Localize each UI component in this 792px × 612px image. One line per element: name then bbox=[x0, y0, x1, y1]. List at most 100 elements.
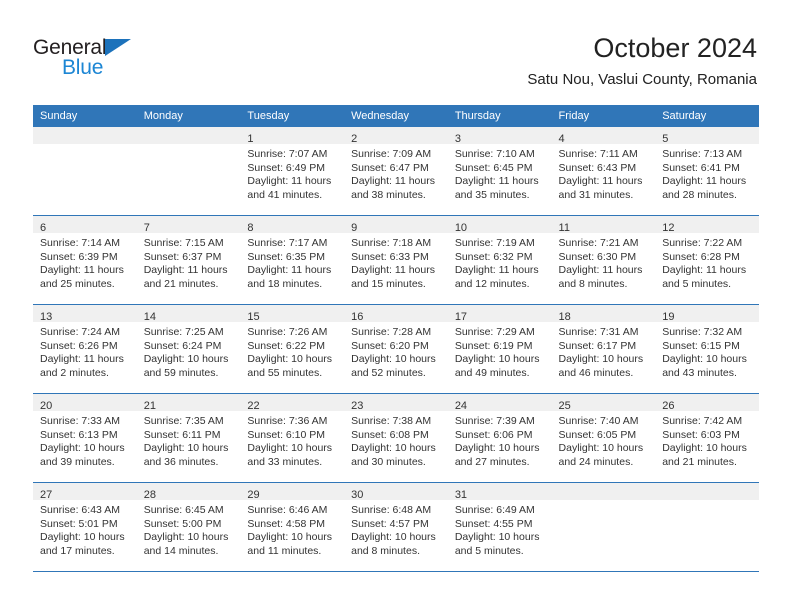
daylight-text-line1: Daylight: 10 hours bbox=[454, 531, 540, 543]
day-cell[interactable]: 30 Sunrise: 6:48 AM Sunset: 4:57 PM Dayligh… bbox=[344, 482, 448, 572]
day-cell-empty bbox=[655, 482, 759, 572]
sunset-text: Sunset: 6:32 PM bbox=[454, 250, 533, 263]
day-number-band: 11 bbox=[551, 216, 656, 234]
day-cell[interactable]: 15 Sunrise: 7:26 AM Sunset: 6:22 PM Dayligh… bbox=[240, 304, 345, 394]
day-details: Sunrise: 7:18 AM Sunset: 6:33 PM Daylight:… bbox=[344, 233, 448, 291]
day-cell[interactable]: 29 Sunrise: 6:46 AM Sunset: 4:58 PM Dayligh… bbox=[240, 482, 345, 572]
day-number-band: 6 bbox=[33, 216, 137, 234]
sunrise-text: Sunrise: 7:19 AM bbox=[454, 237, 535, 249]
sunrise-text: Sunrise: 7:32 AM bbox=[662, 326, 743, 338]
day-cell[interactable]: 7 Sunrise: 7:15 AM Sunset: 6:37 PM Daylight… bbox=[136, 215, 241, 305]
day-details bbox=[33, 144, 137, 148]
day-cell[interactable]: 4 Sunrise: 7:11 AM Sunset: 6:43 PM Daylight… bbox=[551, 127, 656, 216]
day-details: Sunrise: 7:21 AM Sunset: 6:30 PM Daylight:… bbox=[552, 233, 656, 291]
day-cell[interactable]: 2 Sunrise: 7:09 AM Sunset: 6:47 PM Daylight… bbox=[344, 127, 448, 216]
weekday-header-sunday: Sunday bbox=[33, 105, 137, 127]
day-cell[interactable]: 26 Sunrise: 7:42 AM Sunset: 6:03 PM Dayligh… bbox=[655, 393, 759, 483]
daylight-text-line1: Daylight: 11 hours bbox=[40, 264, 124, 276]
daylight-text-line1: Daylight: 10 hours bbox=[662, 442, 747, 454]
sunrise-text: Sunrise: 7:14 AM bbox=[40, 237, 120, 249]
day-cell[interactable]: 9 Sunrise: 7:18 AM Sunset: 6:33 PM Daylight… bbox=[344, 215, 448, 305]
day-details: Sunrise: 6:46 AM Sunset: 4:58 PM Daylight:… bbox=[240, 500, 344, 558]
logo-triangle-icon bbox=[105, 39, 131, 56]
sunset-text: Sunset: 6:20 PM bbox=[351, 339, 429, 352]
daylight-text-line1: Daylight: 10 hours bbox=[558, 353, 644, 365]
day-cell[interactable]: 24 Sunrise: 7:39 AM Sunset: 6:06 PM Dayligh… bbox=[447, 393, 552, 483]
sunset-text: Sunset: 4:58 PM bbox=[247, 517, 326, 530]
day-details bbox=[655, 500, 759, 504]
daylight-text-line1: Daylight: 10 hours bbox=[351, 531, 436, 543]
page-subtitle: Satu Nou, Vaslui County, Romania bbox=[527, 71, 757, 88]
day-cell[interactable]: 27 Sunrise: 6:43 AM Sunset: 5:01 PM Dayligh… bbox=[33, 482, 137, 572]
day-cell[interactable]: 6 Sunrise: 7:14 AM Sunset: 6:39 PM Daylight… bbox=[33, 215, 137, 305]
daylight-text-line2: and 39 minutes. bbox=[40, 455, 115, 468]
sunset-text: Sunset: 4:55 PM bbox=[454, 517, 533, 530]
daylight-text-line2: and 38 minutes. bbox=[351, 188, 426, 201]
day-cell[interactable]: 25 Sunrise: 7:40 AM Sunset: 6:05 PM Dayligh… bbox=[551, 393, 656, 483]
day-details: Sunrise: 6:48 AM Sunset: 4:57 PM Daylight:… bbox=[344, 500, 448, 558]
day-cell[interactable]: 14 Sunrise: 7:25 AM Sunset: 6:24 PM Dayligh… bbox=[136, 304, 241, 394]
sunrise-text: Sunrise: 7:28 AM bbox=[351, 326, 432, 338]
day-number: 14 bbox=[143, 311, 156, 323]
day-cell[interactable]: 11 Sunrise: 7:21 AM Sunset: 6:30 PM Dayligh… bbox=[551, 215, 656, 305]
sunset-text: Sunset: 6:03 PM bbox=[662, 428, 740, 441]
daylight-text-line2: and 25 minutes. bbox=[40, 277, 115, 290]
day-details: Sunrise: 7:29 AM Sunset: 6:19 PM Daylight:… bbox=[448, 322, 552, 380]
sunset-text: Sunset: 6:30 PM bbox=[558, 250, 637, 263]
daylight-text-line2: and 33 minutes. bbox=[247, 455, 323, 468]
day-cell[interactable]: 21 Sunrise: 7:35 AM Sunset: 6:11 PM Dayligh… bbox=[136, 393, 241, 483]
daylight-text-line1: Daylight: 11 hours bbox=[454, 175, 539, 187]
sunset-text: Sunset: 6:37 PM bbox=[143, 250, 222, 263]
day-number-band: 29 bbox=[240, 483, 345, 501]
day-number-band: 30 bbox=[344, 483, 448, 501]
sunset-text: Sunset: 6:10 PM bbox=[247, 428, 326, 441]
daylight-text-line1: Daylight: 11 hours bbox=[558, 175, 643, 187]
day-details: Sunrise: 7:13 AM Sunset: 6:41 PM Daylight:… bbox=[655, 144, 759, 202]
day-number-band bbox=[655, 483, 759, 500]
day-cell[interactable]: 22 Sunrise: 7:36 AM Sunset: 6:10 PM Dayligh… bbox=[240, 393, 345, 483]
daylight-text-line1: Daylight: 10 hours bbox=[40, 531, 125, 543]
sunrise-text: Sunrise: 7:36 AM bbox=[247, 415, 328, 427]
sunset-text: Sunset: 6:45 PM bbox=[454, 161, 533, 174]
day-cell[interactable]: 12 Sunrise: 7:22 AM Sunset: 6:28 PM Dayligh… bbox=[655, 215, 759, 305]
daylight-text-line1: Daylight: 11 hours bbox=[40, 353, 124, 365]
daylight-text-line2: and 17 minutes. bbox=[40, 544, 115, 557]
day-number-band: 28 bbox=[136, 483, 241, 501]
day-cell[interactable]: 31 Sunrise: 6:49 AM Sunset: 4:55 PM Dayligh… bbox=[447, 482, 552, 572]
sunset-text: Sunset: 5:00 PM bbox=[143, 517, 222, 530]
calendar-body: 1 Sunrise: 7:07 AM Sunset: 6:49 PM Daylight… bbox=[33, 127, 759, 572]
sunrise-text: Sunrise: 7:42 AM bbox=[662, 415, 743, 427]
day-cell[interactable]: 13 Sunrise: 7:24 AM Sunset: 6:26 PM Dayligh… bbox=[33, 304, 137, 394]
daylight-text-line1: Daylight: 11 hours bbox=[351, 264, 435, 276]
day-cell[interactable]: 18 Sunrise: 7:31 AM Sunset: 6:17 PM Dayligh… bbox=[551, 304, 656, 394]
page-header: General Blue October 2024 Satu Nou, Vasl… bbox=[0, 0, 792, 100]
day-cell[interactable]: 16 Sunrise: 7:28 AM Sunset: 6:20 PM Dayligh… bbox=[344, 304, 448, 394]
day-number: 17 bbox=[454, 311, 468, 323]
sunset-text: Sunset: 6:49 PM bbox=[247, 161, 326, 174]
sunrise-text: Sunrise: 7:07 AM bbox=[247, 148, 328, 160]
day-number-band: 12 bbox=[655, 216, 759, 234]
sunset-text: Sunset: 6:13 PM bbox=[40, 428, 118, 441]
day-cell[interactable]: 17 Sunrise: 7:29 AM Sunset: 6:19 PM Dayligh… bbox=[447, 304, 552, 394]
day-details: Sunrise: 7:35 AM Sunset: 6:11 PM Daylight:… bbox=[137, 411, 241, 469]
day-cell[interactable]: 19 Sunrise: 7:32 AM Sunset: 6:15 PM Dayligh… bbox=[655, 304, 759, 394]
day-number-band: 25 bbox=[551, 394, 656, 412]
day-cell[interactable]: 23 Sunrise: 7:38 AM Sunset: 6:08 PM Dayligh… bbox=[344, 393, 448, 483]
day-cell[interactable]: 3 Sunrise: 7:10 AM Sunset: 6:45 PM Daylight… bbox=[447, 127, 552, 216]
day-cell[interactable]: 5 Sunrise: 7:13 AM Sunset: 6:41 PM Daylight… bbox=[655, 127, 759, 216]
sunset-text: Sunset: 5:01 PM bbox=[40, 517, 118, 530]
daylight-text-line1: Daylight: 10 hours bbox=[454, 353, 540, 365]
day-number: 3 bbox=[454, 133, 461, 145]
sunrise-text: Sunrise: 7:35 AM bbox=[143, 415, 224, 427]
day-cell[interactable]: 20 Sunrise: 7:33 AM Sunset: 6:13 PM Dayligh… bbox=[33, 393, 137, 483]
sunset-text: Sunset: 6:43 PM bbox=[558, 161, 637, 174]
daylight-text-line1: Daylight: 10 hours bbox=[143, 531, 229, 543]
daylight-text-line2: and 18 minutes. bbox=[247, 277, 323, 290]
day-details: Sunrise: 7:19 AM Sunset: 6:32 PM Daylight:… bbox=[448, 233, 552, 291]
day-cell[interactable]: 8 Sunrise: 7:17 AM Sunset: 6:35 PM Daylight… bbox=[240, 215, 345, 305]
day-number-band: 7 bbox=[136, 216, 241, 234]
day-cell[interactable]: 28 Sunrise: 6:45 AM Sunset: 5:00 PM Dayligh… bbox=[136, 482, 241, 572]
day-cell[interactable]: 1 Sunrise: 7:07 AM Sunset: 6:49 PM Daylight… bbox=[240, 127, 345, 216]
day-cell[interactable]: 10 Sunrise: 7:19 AM Sunset: 6:32 PM Dayligh… bbox=[447, 215, 552, 305]
calendar-week-row: 13 Sunrise: 7:24 AM Sunset: 6:26 PM Dayligh… bbox=[33, 304, 759, 394]
